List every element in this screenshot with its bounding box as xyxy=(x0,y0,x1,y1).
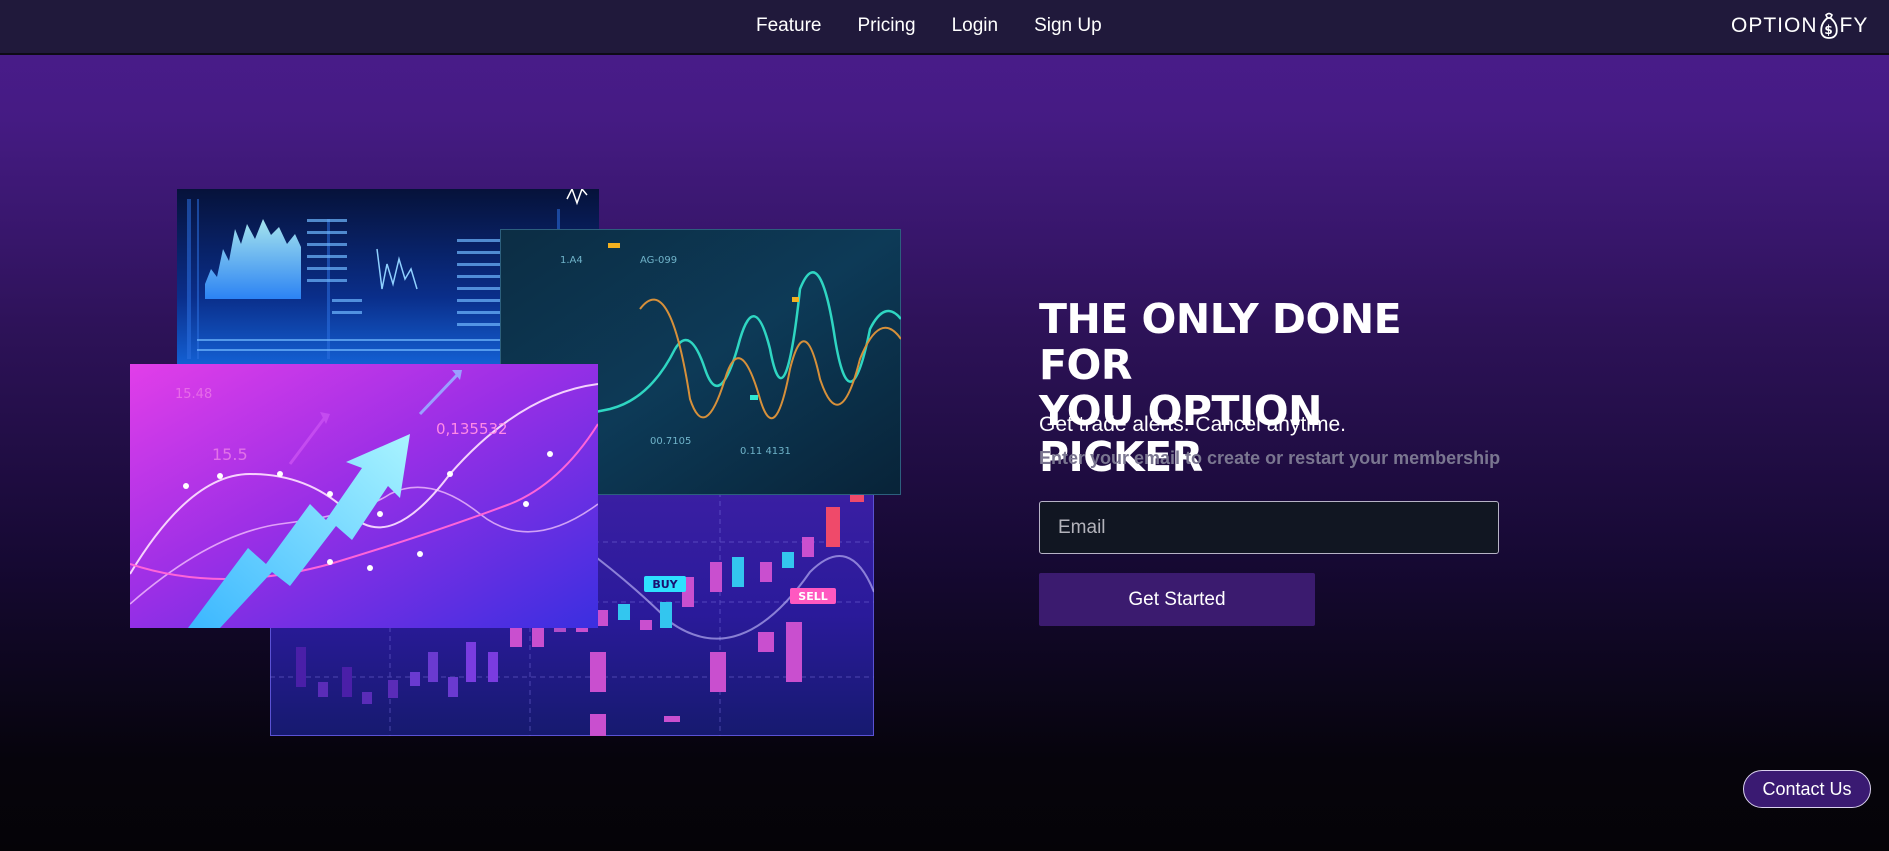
growth-value-label: 0,135532 xyxy=(436,420,508,438)
nav-link-login[interactable]: Login xyxy=(952,15,999,37)
email-input[interactable] xyxy=(1039,501,1499,554)
growth-chart-image: 0,135532 15.5 15.48 xyxy=(130,364,598,628)
svg-text:0.11 4131: 0.11 4131 xyxy=(740,446,791,457)
nav-links: Feature Pricing Login Sign Up xyxy=(756,15,1102,37)
top-nav-bar: Feature Pricing Login Sign Up OPTION $ F… xyxy=(0,0,1889,55)
svg-text:$: $ xyxy=(1824,23,1833,37)
growth-num-a: 15.5 xyxy=(212,445,248,464)
nav-link-pricing[interactable]: Pricing xyxy=(857,15,915,37)
sell-label: SELL xyxy=(798,590,827,603)
get-started-button[interactable]: Get Started xyxy=(1039,573,1315,626)
optionsfy-logo[interactable]: OPTION $ FY xyxy=(1731,12,1868,40)
svg-text:00.7105: 00.7105 xyxy=(650,436,691,447)
nav-link-signup[interactable]: Sign Up xyxy=(1034,15,1102,37)
svg-text:AG-099: AG-099 xyxy=(640,255,677,266)
money-bag-dollar-icon: $ xyxy=(1819,12,1838,39)
hero-subtitle: Get trade alerts. Cancel anytime. xyxy=(1039,413,1346,436)
hero-title-line1: THE ONLY DONE FOR xyxy=(1039,295,1402,389)
logo-text-left: OPTION xyxy=(1731,14,1818,37)
membership-hint: Enter your email to create or restart yo… xyxy=(1039,448,1501,468)
nav-link-feature[interactable]: Feature xyxy=(756,15,821,37)
contact-us-button[interactable]: Contact Us xyxy=(1743,770,1871,808)
buy-label: BUY xyxy=(652,578,678,591)
svg-text:1.A4: 1.A4 xyxy=(560,255,583,266)
logo-text-right: FY xyxy=(1839,14,1869,37)
growth-num-b: 15.48 xyxy=(175,387,212,402)
